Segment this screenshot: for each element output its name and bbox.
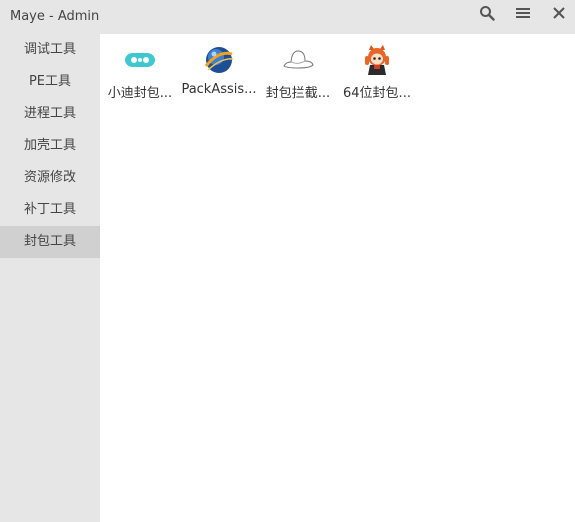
tool-label: 小迪封包... bbox=[107, 86, 173, 101]
anime-character-icon bbox=[365, 45, 389, 75]
sidebar-item-debug-tools[interactable]: 调试工具 bbox=[0, 34, 100, 66]
title-bar: Maye - Admin bbox=[0, 0, 575, 34]
hamburger-menu-icon bbox=[516, 8, 530, 18]
cyan-link-icon bbox=[125, 53, 155, 67]
sidebar-item-resource-edit[interactable]: 资源修改 bbox=[0, 162, 100, 194]
tool-tile[interactable]: PackAssis... bbox=[179, 34, 259, 106]
sidebar-item-process-tools[interactable]: 进程工具 bbox=[0, 98, 100, 130]
globe-orb-icon bbox=[204, 47, 234, 73]
close-icon bbox=[553, 7, 565, 19]
tool-grid: 小迪封包... PackAssis... 封包拦截... 64位封包... bbox=[100, 34, 575, 522]
sidebar: 调试工具 PE工具 进程工具 加壳工具 资源修改 补丁工具 封包工具 bbox=[0, 34, 100, 522]
window-title: Maye - Admin bbox=[10, 9, 100, 24]
sidebar-item-packer-tools[interactable]: 加壳工具 bbox=[0, 130, 100, 162]
tool-label: 64位封包... bbox=[343, 86, 411, 101]
sidebar-item-pe-tools[interactable]: PE工具 bbox=[0, 66, 100, 98]
sidebar-item-packet-tools[interactable]: 封包工具 bbox=[0, 226, 100, 258]
tool-tile[interactable]: 64位封包... bbox=[337, 34, 417, 106]
white-hat-icon bbox=[283, 50, 314, 69]
tool-label: 封包拦截... bbox=[265, 86, 331, 101]
tool-tile[interactable]: 封包拦截... bbox=[258, 34, 338, 106]
search-icon bbox=[480, 6, 495, 21]
menu-button[interactable] bbox=[506, 0, 540, 26]
close-button[interactable] bbox=[542, 0, 575, 26]
tool-label: PackAssis... bbox=[181, 82, 257, 97]
tool-tile[interactable]: 小迪封包... bbox=[100, 34, 180, 106]
sidebar-item-patch-tools[interactable]: 补丁工具 bbox=[0, 194, 100, 226]
search-button[interactable] bbox=[470, 0, 504, 26]
